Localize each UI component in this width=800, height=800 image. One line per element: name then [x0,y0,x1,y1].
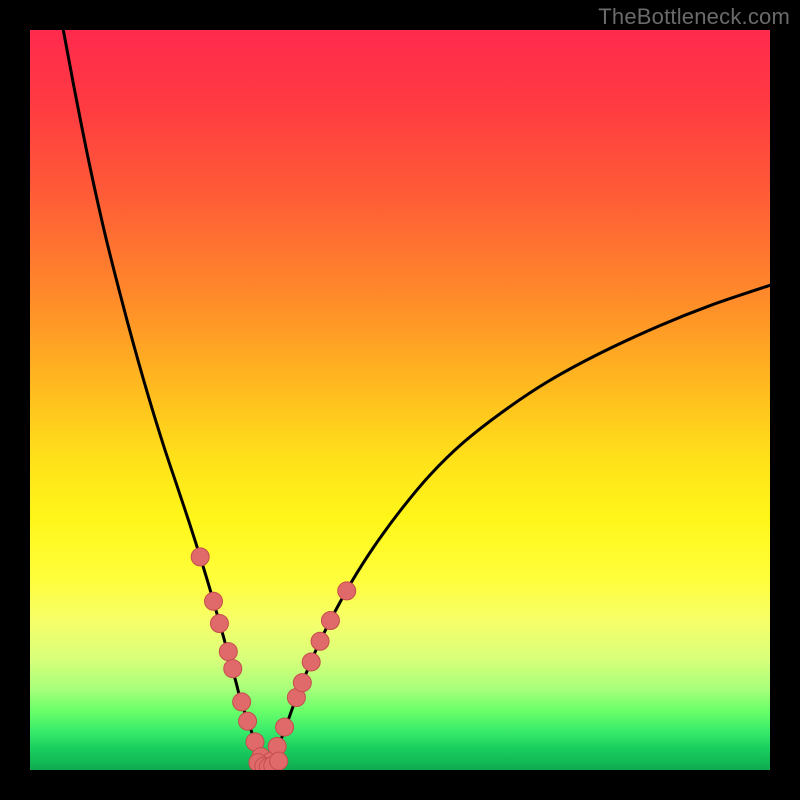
marker-left-curve-markers [239,712,257,730]
marker-right-curve-markers [311,632,329,650]
marker-valley-floor-markers [270,752,288,770]
marker-left-curve-markers [205,592,223,610]
chart-frame: TheBottleneck.com [0,0,800,800]
marker-left-curve-markers [233,693,251,711]
series-right-curve [269,285,770,767]
watermark-text: TheBottleneck.com [598,4,790,30]
marker-right-curve-markers [276,718,294,736]
curves-group [63,30,770,767]
marker-left-curve-markers [219,643,237,661]
marker-right-curve-markers [338,582,356,600]
markers-group [191,548,356,770]
marker-left-curve-markers [224,660,242,678]
marker-left-curve-markers [191,548,209,566]
plot-area [30,30,770,770]
marker-right-curve-markers [321,612,339,630]
marker-right-curve-markers [302,653,320,671]
marker-right-curve-markers [293,674,311,692]
chart-svg [30,30,770,770]
marker-left-curve-markers [210,614,228,632]
